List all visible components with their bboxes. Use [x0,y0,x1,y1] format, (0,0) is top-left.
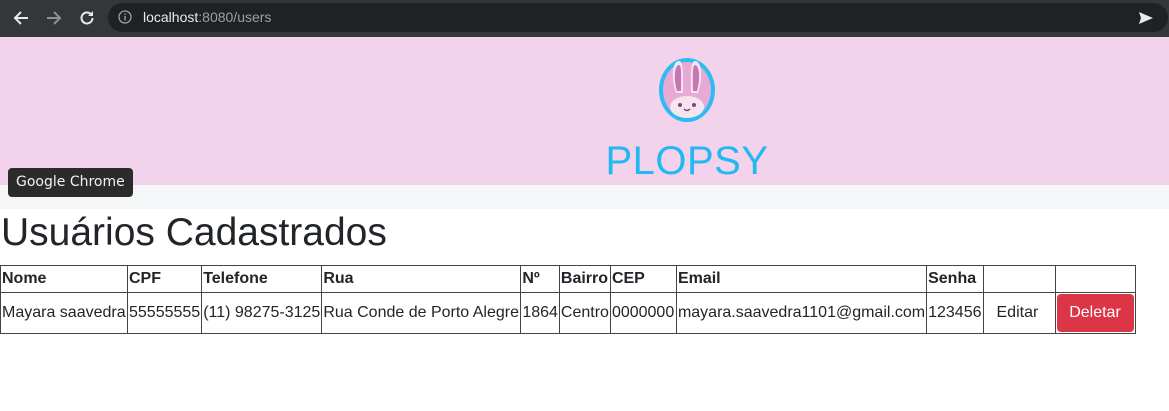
reload-icon [80,11,94,25]
browser-tooltip: Google Chrome [8,168,133,197]
cell-telefone: (11) 98275-3125 [201,292,323,334]
column-header-actions [982,265,1056,293]
reload-button[interactable] [75,6,99,30]
site-header: PLOPSY [0,37,1169,185]
column-header-rua: Rua [321,265,522,293]
url-text[interactable]: localhost:8080/users [143,9,271,26]
column-header-telefone: Telefone [201,265,323,293]
column-header-email: Email [675,265,928,293]
address-bar[interactable]: localhost:8080/users [108,3,1168,32]
info-icon[interactable] [118,10,132,24]
cell-cep: 0000000 [609,292,677,334]
back-arrow-icon [13,11,28,25]
cell-nome: Mayara saavedra [0,292,128,334]
brand-name: PLOPSY [605,139,769,183]
column-header-actions-spacer [1054,265,1136,293]
cell-senha: 123456 [926,292,984,334]
cell-delete: Deletar [1054,292,1136,334]
edit-button[interactable]: Editar [985,294,1051,332]
forward-arrow-icon [47,11,62,25]
send-icon[interactable] [1138,11,1154,25]
cell-rua: Rua Conde de Porto Alegre [321,292,522,334]
header-divider [0,185,1169,209]
table-header-row: Nome CPF Telefone Rua Nº Bairro CEP Emai… [0,265,1136,293]
back-button[interactable] [9,6,33,30]
forward-button[interactable] [42,6,66,30]
column-header-cpf: CPF [126,265,203,293]
column-header-senha: Senha [926,265,984,293]
table-row: Mayara saavedra 55555555 (11) 98275-3125… [0,292,1136,334]
bunny-logo-icon [659,58,715,122]
page-title: Usuários Cadastrados [1,211,387,254]
cell-bairro: Centro [558,292,611,334]
cell-numero: 1864 [520,292,560,334]
cell-cpf: 55555555 [126,292,203,334]
delete-button[interactable]: Deletar [1056,294,1134,332]
column-header-numero: Nº [520,265,560,293]
users-table: Nome CPF Telefone Rua Nº Bairro CEP Emai… [0,265,1136,334]
cell-email: mayara.saavedra1101@gmail.com [675,292,928,334]
cell-edit: Editar [982,292,1056,334]
column-header-cep: CEP [609,265,677,293]
browser-toolbar: localhost:8080/users [0,0,1169,37]
column-header-bairro: Bairro [558,265,611,293]
column-header-nome: Nome [0,265,128,293]
